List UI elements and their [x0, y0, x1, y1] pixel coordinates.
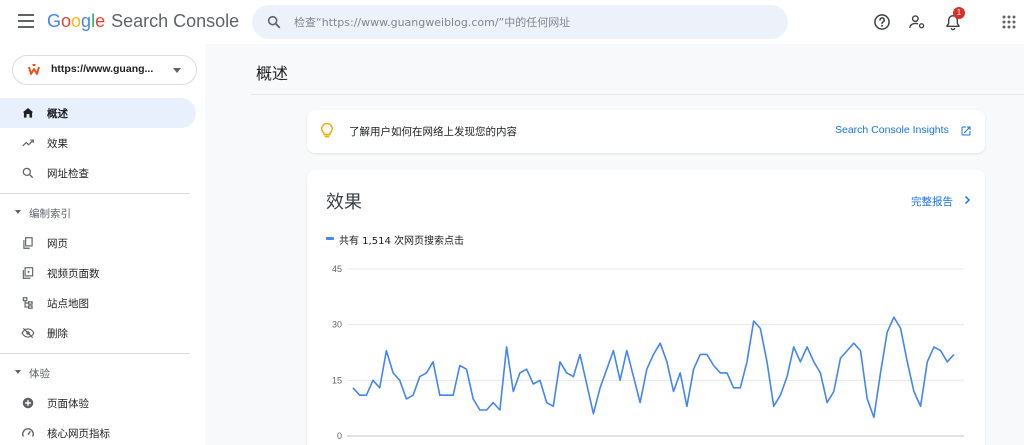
sidebar-item-removals[interactable]: 删除: [0, 318, 196, 348]
y-tick-label: 15: [332, 375, 342, 385]
logo-letter: g: [81, 11, 92, 31]
insights-text: 了解用户如何在网络上发现您的内容: [349, 126, 517, 138]
property-url: https://www.guang...: [51, 63, 154, 75]
help-icon[interactable]: [872, 12, 892, 32]
search-icon: [267, 15, 281, 29]
section-indexing[interactable]: 编制索引: [0, 200, 190, 226]
lightbulb-icon: [321, 122, 333, 138]
y-tick-label: 45: [332, 264, 342, 274]
sidebar-item-url-inspection[interactable]: 网址检查: [0, 158, 196, 188]
sidebar-divider: [0, 193, 190, 194]
video-page-icon: [22, 267, 34, 279]
logo-letter: o: [71, 11, 82, 31]
clicks-line-chart: 01530452024/4/122024/4/242024/5/62024/5/…: [332, 264, 964, 445]
section-experience[interactable]: 体验: [0, 360, 190, 386]
page-title: 概述: [256, 64, 289, 83]
sidebar-item-label: 网址检查: [47, 168, 89, 180]
chevron-down-icon: [15, 370, 21, 374]
sidebar-item-label: 核心网页指标: [47, 428, 110, 440]
sidebar-item-label: 视频页面数: [47, 268, 100, 280]
logo-letter: o: [61, 11, 72, 31]
pages-icon: [23, 237, 33, 249]
chevron-down-icon: [173, 68, 181, 73]
sidebar-item-video-pages[interactable]: 视频页面数: [0, 258, 196, 288]
logo-letter: G: [47, 11, 62, 31]
y-tick-label: 30: [332, 320, 342, 330]
sidebar-item-label: 页面体验: [47, 398, 89, 410]
sidebar-item-performance[interactable]: 效果: [0, 128, 196, 158]
search-icon: [22, 167, 34, 179]
manage-users-icon[interactable]: [907, 12, 927, 32]
property-selector[interactable]: https://www.guang...: [12, 55, 197, 85]
logo-product-name: Search Console: [111, 11, 240, 31]
menu-icon[interactable]: [18, 14, 34, 28]
trending-icon: [22, 139, 34, 147]
sidebar-item-pages[interactable]: 网页: [0, 228, 196, 258]
sidebar-item-label: 网页: [47, 238, 68, 250]
sidebar-item-label: 效果: [47, 138, 68, 150]
performance-card: 效果 完整报告 共有 1,514 次网页搜索点击 01530452024/4/1…: [307, 170, 985, 445]
sidebar-item-page-experience[interactable]: 页面体验: [0, 388, 196, 418]
main-content: 概述 了解用户如何在网络上发现您的内容 Search Console Insig…: [205, 44, 1024, 445]
search-console-insights-link[interactable]: Search Console Insights: [835, 124, 949, 136]
search-console-logo[interactable]: Google Search Console: [47, 11, 239, 32]
home-icon: [22, 108, 34, 118]
sitemap-icon: [22, 297, 33, 309]
y-tick-label: 0: [337, 431, 342, 441]
removals-icon: [21, 327, 35, 339]
core-web-vitals-icon: [22, 428, 34, 437]
search-input[interactable]: [294, 12, 774, 32]
sidebar-item-core-web-vitals[interactable]: 核心网页指标: [0, 418, 196, 445]
apps-grid-icon[interactable]: [999, 12, 1019, 32]
sidebar-item-label: 站点地图: [47, 298, 89, 310]
insights-card: 了解用户如何在网络上发现您的内容 Search Console Insights: [307, 110, 985, 153]
logo-letter: e: [95, 11, 106, 31]
sidebar-item-sitemaps[interactable]: 站点地图: [0, 288, 196, 318]
header-divider: [251, 94, 1024, 95]
sidebar-item-overview[interactable]: 概述: [0, 98, 196, 128]
url-inspection-search[interactable]: [252, 5, 788, 39]
section-label: 体验: [29, 368, 50, 380]
section-label: 编制索引: [29, 208, 71, 220]
clicks-series-line: [352, 316, 955, 419]
sidebar-item-label: 概述: [47, 108, 68, 120]
top-app-bar: GoogleSearch Console 1: [0, 0, 1024, 44]
sidebar-item-label: 删除: [47, 328, 68, 340]
page-experience-icon: [22, 397, 34, 409]
notification-count-badge: 1: [953, 7, 965, 19]
chevron-down-icon: [15, 210, 21, 214]
site-logo-icon: [27, 63, 41, 77]
sidebar-nav: https://www.guang... 概述 效果 网址检查 编制索引 网页 …: [0, 44, 205, 445]
sidebar-divider: [0, 353, 190, 354]
open-in-new-icon[interactable]: [960, 125, 972, 137]
